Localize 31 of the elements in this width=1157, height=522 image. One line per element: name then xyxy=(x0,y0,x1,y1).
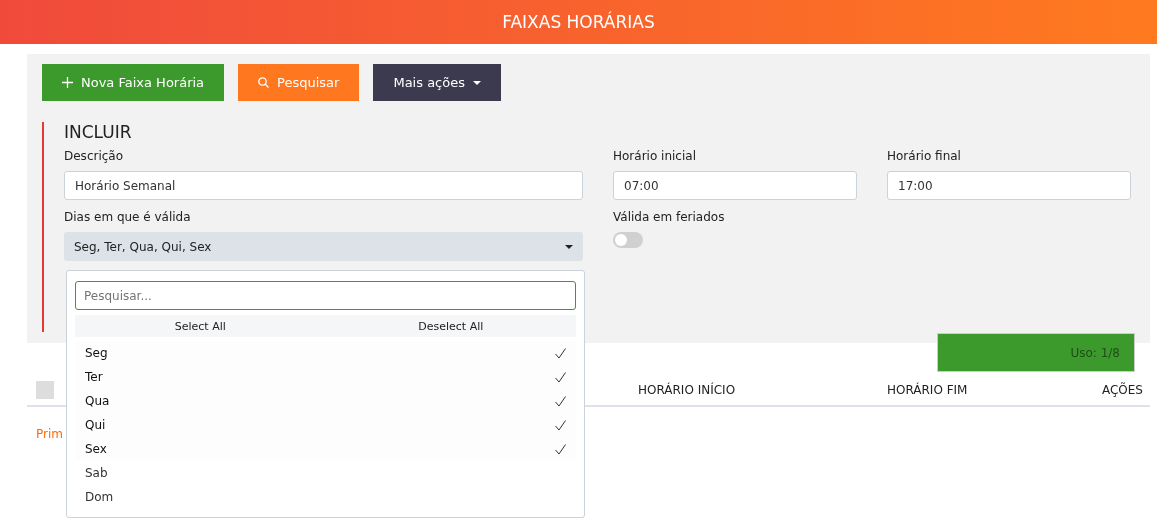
field-label: Descrição xyxy=(64,149,125,163)
check-icon xyxy=(555,419,566,431)
column-header: HORÁRIO INÍCIO xyxy=(638,383,737,397)
check-icon xyxy=(555,371,566,383)
caret-icon xyxy=(565,244,573,249)
field-label: Válida em feriados xyxy=(613,210,726,224)
check-icon xyxy=(555,347,566,359)
end-time-field[interactable]: 17:00 xyxy=(887,171,1131,200)
select-all-checkbox[interactable] xyxy=(36,381,54,399)
field-label: Horário final xyxy=(887,149,962,163)
column-header: HORÁRIO FIM xyxy=(887,383,969,397)
more-actions-button[interactable]: Mais ações xyxy=(373,64,501,101)
dropdown-search-field[interactable]: Pesquisar... xyxy=(75,281,576,310)
select-all-button[interactable]: Select All xyxy=(75,318,326,334)
deselect-all-button[interactable]: Deselect All xyxy=(325,318,576,334)
check-icon xyxy=(555,395,566,407)
check-icon xyxy=(555,443,566,455)
search-icon xyxy=(258,77,270,88)
field-label: Dias em que é válida xyxy=(64,210,192,224)
field-label: Horário inicial xyxy=(613,149,697,163)
caret-icon xyxy=(473,80,481,85)
description-field[interactable]: Horário Semanal xyxy=(64,171,583,200)
usage-indicator: Uso: 1/8 xyxy=(937,333,1135,372)
section-title: INCLUIR xyxy=(64,122,133,142)
page-title: FAIXAS HORÁRIAS xyxy=(502,12,655,32)
days-select[interactable]: Seg, Ter, Qua, Qui, Sex xyxy=(64,232,583,261)
column-header: AÇÕES xyxy=(1101,383,1143,397)
new-button[interactable]: Nova Faixa Horária xyxy=(42,64,225,101)
holidays-switch[interactable] xyxy=(613,232,643,248)
plus-icon xyxy=(62,77,73,88)
start-time-field[interactable]: 07:00 xyxy=(613,171,857,200)
